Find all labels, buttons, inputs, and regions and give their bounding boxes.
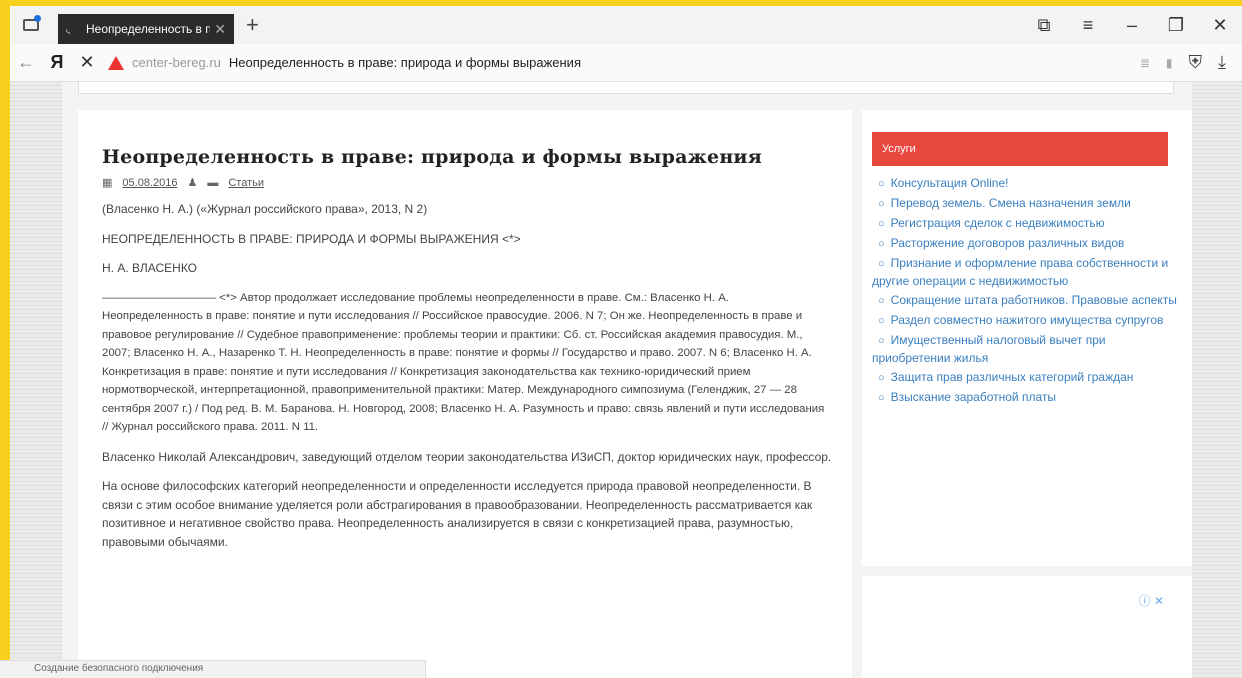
service-link[interactable]: ○ Консультация Online!: [872, 174, 1180, 194]
page-viewport: Неопределенность в праве: природа и форм…: [10, 82, 1242, 678]
article-meta: ▦ 05.08.2016 ♟ ▬ Статьи: [102, 176, 832, 190]
bookmark-icon[interactable]: ▮: [1166, 56, 1173, 70]
service-link[interactable]: ○ Расторжение договоров различных видов: [872, 234, 1180, 254]
service-link[interactable]: ○ Взыскание заработной платы: [872, 388, 1180, 408]
menu-icon[interactable]: ≡: [1066, 15, 1110, 36]
header-strip: [78, 82, 1174, 94]
author-icon: ♟: [187, 177, 198, 189]
browser-frame-left: [0, 0, 10, 678]
service-link[interactable]: ○ Защита прав различных категорий граждан: [872, 368, 1180, 388]
article-author: Н. А. ВЛАСЕНКО: [102, 261, 198, 275]
ad-block: ⓘ ✕: [862, 576, 1192, 678]
minimize-button[interactable]: –: [1110, 15, 1154, 36]
close-tab-icon[interactable]: ✕: [214, 21, 226, 38]
tab-active[interactable]: ◟ Неопределенность в пр ✕: [58, 14, 234, 44]
article: Неопределенность в праве: природа и форм…: [78, 110, 852, 678]
new-tab-button[interactable]: +: [246, 12, 259, 38]
service-link[interactable]: ○ Перевод земель. Смена назначения земли: [872, 194, 1180, 214]
loading-icon: ◟: [66, 23, 71, 35]
tab-bar: ◟ Неопределенность в пр ✕ + ⧉ ≡ – ❐ ✕: [10, 6, 1242, 44]
yandex-logo[interactable]: Я: [42, 52, 72, 73]
article-footnote: —————————— <*> Автор продолжает исследов…: [102, 291, 825, 434]
article-title: Неопределенность в праве: природа и форм…: [102, 146, 762, 168]
url-host[interactable]: center-bereg.ru: [132, 55, 221, 70]
article-heading-caps: НЕОПРЕДЕЛЕННОСТЬ В ПРАВЕ: ПРИРОДА И ФОРМ…: [102, 231, 521, 246]
folder-icon: ▬: [207, 176, 219, 189]
services-widget: Услуги ○ Консультация Online! ○ Перевод зе…: [862, 110, 1192, 566]
stop-button[interactable]: ✕: [72, 52, 102, 73]
content-container: Неопределенность в праве: природа и форм…: [62, 82, 1192, 678]
services-list: ○ Консультация Online! ○ Перевод земель. С…: [872, 174, 1180, 408]
restore-button[interactable]: ❐: [1154, 15, 1198, 36]
article-category[interactable]: Статьи: [228, 177, 264, 189]
ad-close-icon[interactable]: ⓘ ✕: [1139, 592, 1164, 609]
services-widget-title: Услуги: [872, 132, 1168, 166]
article-source: (Власенко Н. А.) («Журнал российского пр…: [102, 202, 428, 216]
calendar-icon: ▦: [102, 177, 113, 189]
service-link[interactable]: ○ Регистрация сделок с недвижимостью: [872, 214, 1180, 234]
url-page-title[interactable]: Неопределенность в праве: природа и форм…: [229, 55, 1132, 70]
reader-mode-icon[interactable]: ≣: [1140, 56, 1150, 70]
tabs-overview-icon[interactable]: [20, 13, 44, 37]
close-window-button[interactable]: ✕: [1198, 15, 1242, 36]
warning-icon[interactable]: [108, 55, 124, 70]
bookmarks-panel-icon[interactable]: ⧉: [1022, 15, 1066, 36]
service-link[interactable]: ○ Сокращение штата работников. Правовые а…: [872, 291, 1180, 311]
download-icon[interactable]: ⤓: [1218, 52, 1226, 73]
sidebar: Услуги ○ Консультация Online! ○ Перевод зе…: [862, 110, 1192, 678]
service-link[interactable]: ○ Имущественный налоговый вычет при приоб…: [872, 331, 1180, 368]
protect-icon[interactable]: ⛨: [1189, 52, 1203, 73]
service-link[interactable]: ○ Признание и оформление права собственно…: [872, 254, 1180, 291]
article-author-bio: Власенко Николай Александрович, заведующ…: [102, 449, 832, 464]
service-link[interactable]: ○ Раздел совместно нажитого имущества суп…: [872, 311, 1180, 331]
address-bar: ← Я ✕ center-bereg.ru Неопределенность в…: [10, 44, 1242, 82]
article-abstract: На основе философских категорий неопреде…: [102, 479, 813, 549]
article-date[interactable]: 05.08.2016: [122, 177, 177, 189]
tab-title: Неопределенность в пр: [86, 22, 211, 36]
status-bar: Создание безопасного подключения: [0, 660, 426, 678]
back-button[interactable]: ←: [10, 52, 42, 73]
